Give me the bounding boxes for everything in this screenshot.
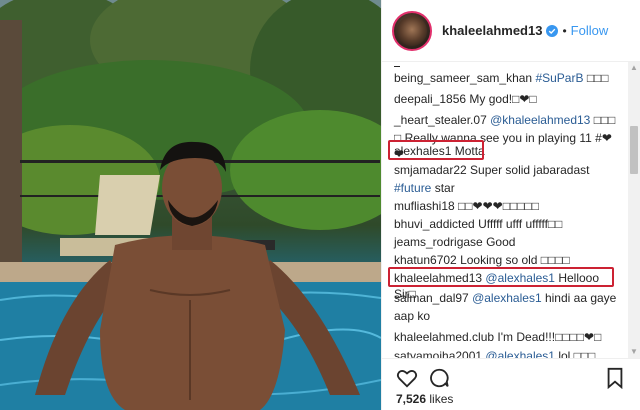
comment-username[interactable]: _heart_stealer.07: [394, 113, 487, 127]
comment-row: bhuvi_addicted Ufffff ufff ufffff□□: [394, 216, 619, 232]
comment-username[interactable]: smjamadar22: [394, 163, 467, 177]
comment-username[interactable]: mufliashi18: [394, 199, 455, 213]
comment-row: mufliashi18 □□❤❤❤□□□□□: [394, 198, 619, 214]
comment-row: jeams_rodrigase Good: [394, 234, 619, 250]
comment-row: salman_dal97 @alexhales1 hindi aa gaye: [394, 290, 619, 306]
comment-text: My god!□❤□: [469, 92, 537, 106]
likes-label: likes: [429, 392, 454, 406]
comment-username[interactable]: jeams_rodrigase: [394, 235, 483, 249]
post-photo-illustration: [0, 0, 381, 410]
bookmark-icon[interactable]: [604, 367, 626, 389]
scroll-up-arrow-icon[interactable]: ▲: [628, 62, 640, 74]
comment-text: hindi aa gaye: [544, 291, 617, 305]
comment-hashtag-link[interactable]: #SuParB: [535, 71, 583, 85]
comment-text: Looking so old □□□□: [460, 253, 570, 267]
comment-text: I'm Dead!!!□□□□❤□: [497, 330, 602, 344]
comment-text: lol □□□: [558, 349, 596, 358]
follow-button[interactable]: Follow: [571, 23, 609, 38]
comment-row: #future star: [394, 180, 619, 196]
comment-text: aap ko: [394, 309, 431, 323]
comments-divider: [394, 66, 400, 67]
post-header: khaleelahmed13 • Follow: [382, 0, 640, 62]
comment-row: _heart_stealer.07 @khaleelahmed13 □□□: [394, 112, 619, 128]
comment-mention-link[interactable]: @alexhales1: [472, 291, 542, 305]
comment-mention-link[interactable]: @khaleelahmed13: [490, 113, 590, 127]
scrollbar-thumb[interactable]: [630, 126, 638, 174]
comment-hashtag-link[interactable]: #future: [394, 181, 431, 195]
comment-username[interactable]: being_sameer_sam_khan: [394, 71, 532, 85]
post-side-panel: khaleelahmed13 • Follow being_sameer_sam…: [381, 0, 640, 410]
comment-text: Super solid jabaradast: [470, 163, 590, 177]
comment-row: deepali_1856 My god!□❤□: [394, 91, 619, 107]
comment-username[interactable]: satyamojha2001: [394, 349, 482, 358]
avatar[interactable]: [392, 10, 432, 51]
comment-username[interactable]: bhuvi_addicted: [394, 217, 475, 231]
post-photo: [0, 0, 381, 410]
comment-username[interactable]: salman_dal97: [394, 291, 469, 305]
header-separator: •: [562, 23, 567, 38]
comment-mention-link[interactable]: @alexhales1: [485, 349, 555, 358]
heart-icon[interactable]: [396, 367, 418, 389]
comment-text: □□□: [586, 71, 609, 85]
comment-highlight-box: [388, 267, 614, 287]
comment-row: satyamojha2001 @alexhales1 lol □□□: [394, 348, 619, 358]
comment-row: smjamadar22 Super solid jabaradast: [394, 162, 619, 178]
post-actions: 7,526 likes: [382, 358, 640, 410]
comment-username[interactable]: khaleelahmed.club: [394, 330, 494, 344]
comment-row: khaleelahmed.club I'm Dead!!!□□□□❤□: [394, 329, 619, 345]
comment-row: khatun6702 Looking so old □□□□: [394, 252, 619, 268]
post-author-username[interactable]: khaleelahmed13: [442, 23, 542, 38]
comment-bubble-icon[interactable]: [428, 367, 450, 389]
scroll-down-arrow-icon[interactable]: ▼: [628, 346, 640, 358]
comment-username[interactable]: khatun6702: [394, 253, 457, 267]
comment-username[interactable]: deepali_1856: [394, 92, 466, 106]
comment-text: □□□: [593, 113, 616, 127]
comment-row: being_sameer_sam_khan #SuParB □□□: [394, 70, 619, 86]
comment-text: Ufffff ufff ufffff□□: [478, 217, 563, 231]
likes-count[interactable]: 7,526 likes: [396, 392, 453, 406]
comments-scrollbar[interactable]: ▲ ▼: [628, 62, 640, 358]
comment-text: Good: [486, 235, 516, 249]
comments-list: being_sameer_sam_khan #SuParB □□□ deepali…: [382, 62, 640, 358]
comment-highlight-box: [388, 140, 484, 160]
verified-badge-icon: [546, 24, 559, 37]
comment-row: aap ko: [394, 308, 619, 324]
comment-text: star: [434, 181, 455, 195]
likes-number: 7,526: [396, 392, 427, 406]
comment-text: □□❤❤❤□□□□□: [458, 199, 539, 213]
